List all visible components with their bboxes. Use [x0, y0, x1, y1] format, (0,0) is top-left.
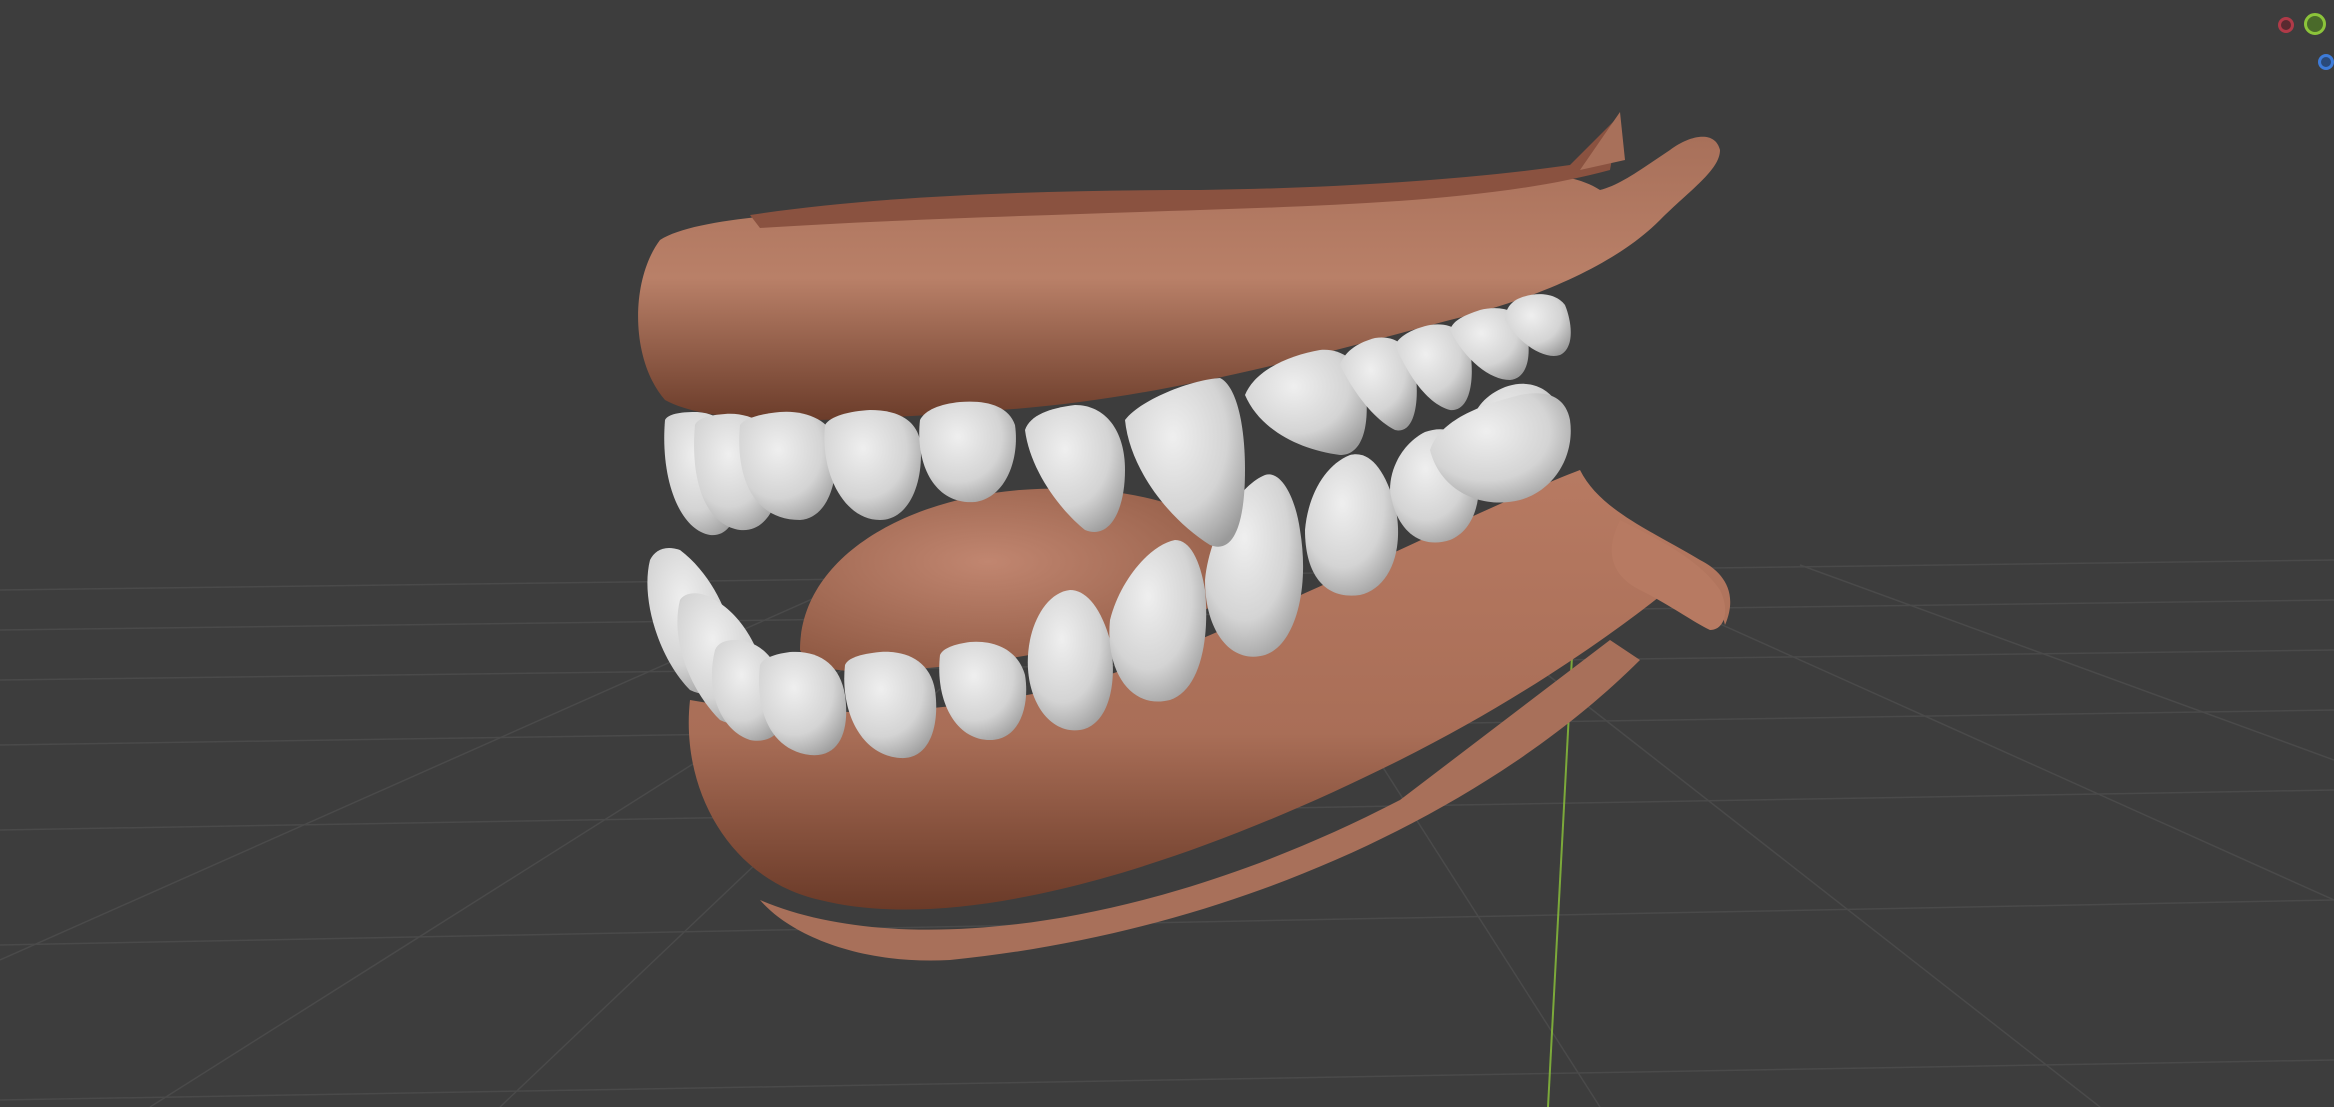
x-axis-icon[interactable]: [2278, 17, 2294, 33]
3d-viewport[interactable]: [0, 0, 2334, 1107]
z-axis-icon[interactable]: [2318, 54, 2334, 70]
y-axis-icon[interactable]: [2304, 13, 2326, 35]
navigation-gizmo[interactable]: [2274, 0, 2334, 80]
viewport-canvas[interactable]: [0, 0, 2334, 1107]
